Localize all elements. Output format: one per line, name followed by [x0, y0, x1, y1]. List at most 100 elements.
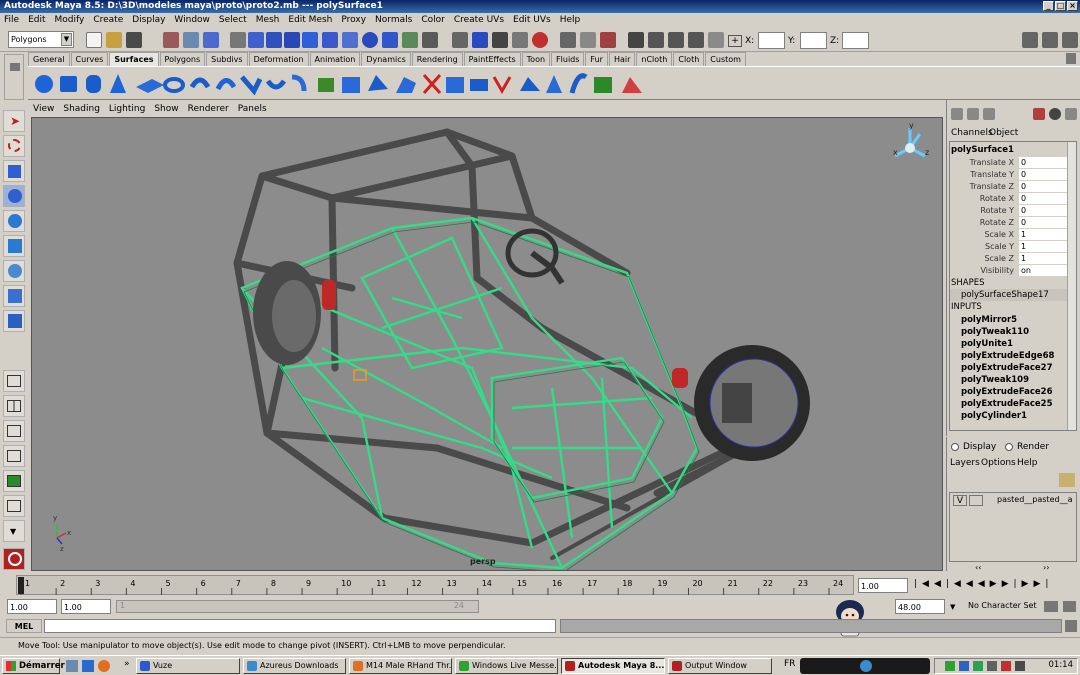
- object-tab[interactable]: Object: [989, 128, 1018, 138]
- clock[interactable]: 01:14: [1049, 660, 1074, 670]
- menu-display[interactable]: Display: [132, 13, 165, 28]
- panel-menu-renderer[interactable]: Renderer: [188, 102, 229, 117]
- help-icon[interactable]: [382, 32, 398, 48]
- preferences-icon[interactable]: [1063, 601, 1076, 612]
- channel-row[interactable]: Visibility on: [951, 265, 1069, 277]
- shelf-tab-ncloth[interactable]: nCloth: [636, 52, 673, 66]
- panel-menu-shading[interactable]: Shading: [63, 102, 100, 117]
- z-field[interactable]: [842, 32, 869, 49]
- select-component-icon[interactable]: [203, 32, 219, 48]
- display-radio[interactable]: [951, 443, 959, 451]
- shelf-tab-polygons[interactable]: Polygons: [159, 52, 206, 66]
- snap-curve-icon[interactable]: [266, 32, 282, 48]
- pin-icon[interactable]: [1065, 108, 1077, 120]
- ipr-icon[interactable]: [668, 32, 684, 48]
- current-frame-field[interactable]: 1.00: [858, 578, 908, 593]
- current-time-marker[interactable]: [18, 577, 24, 594]
- tray-icon[interactable]: [959, 661, 969, 671]
- menu-help[interactable]: Help: [560, 13, 581, 28]
- menu-edit-mesh[interactable]: Edit Mesh: [288, 13, 332, 28]
- scroll-left-icon[interactable]: ‹‹: [975, 563, 981, 572]
- tray-icon[interactable]: [973, 661, 983, 671]
- lock-icon[interactable]: [1033, 108, 1045, 120]
- menu-select[interactable]: Select: [219, 13, 247, 28]
- input-node[interactable]: polyTweak110: [961, 326, 1029, 338]
- sphere-icon[interactable]: [1049, 108, 1061, 120]
- x-field[interactable]: [758, 32, 785, 49]
- rotate-tool[interactable]: [3, 210, 25, 232]
- snap-view-icon[interactable]: [342, 32, 358, 48]
- channel-value[interactable]: 0: [1019, 217, 1069, 228]
- desktop-icon[interactable]: [66, 660, 78, 672]
- channel-value[interactable]: 0: [1019, 157, 1069, 168]
- shelf-grip[interactable]: [4, 54, 24, 100]
- play-icon[interactable]: [860, 660, 872, 672]
- channel-row[interactable]: Scale Z 1: [951, 253, 1069, 265]
- manipulator-tool[interactable]: [3, 260, 25, 282]
- menu-edit[interactable]: Edit: [28, 13, 45, 28]
- layout-graph-button[interactable]: [3, 445, 25, 467]
- menu-modify[interactable]: Modify: [55, 13, 85, 28]
- shelf-tab-cloth[interactable]: Cloth: [673, 52, 705, 66]
- layout-menu-button[interactable]: ▼: [3, 520, 25, 542]
- character-set-label[interactable]: No Character Set: [968, 601, 1037, 610]
- clapboard-icon[interactable]: [648, 32, 664, 48]
- time-track[interactable]: 1 2 3 4 5 6 7 8 9 10 11 12 13 14 15 16 17 18 19 20 21 22 23 24: [16, 575, 854, 595]
- y-field[interactable]: [800, 32, 827, 49]
- absolute-transform-icon[interactable]: +: [728, 35, 742, 47]
- start-time-field[interactable]: 1.00: [7, 599, 57, 614]
- channel-value[interactable]: 1: [1019, 241, 1069, 252]
- quicklaunch-more-icon[interactable]: »: [124, 659, 130, 669]
- menu-set-dropdown[interactable]: Polygons ▼: [8, 31, 74, 48]
- input-node[interactable]: polyCylinder1: [961, 410, 1027, 422]
- input-node[interactable]: polyUnite1: [961, 338, 1013, 350]
- maximize-button[interactable]: □: [1055, 1, 1066, 11]
- language-indicator[interactable]: FR: [784, 659, 795, 669]
- options-menu[interactable]: Options: [981, 458, 1016, 468]
- menu-proxy[interactable]: Proxy: [341, 13, 366, 28]
- layout-outliner-button[interactable]: [3, 420, 25, 442]
- shelf-tab-deformation[interactable]: Deformation: [248, 52, 309, 66]
- shelf-tab-toon[interactable]: Toon: [521, 52, 551, 66]
- channel-row[interactable]: Rotate X 0: [951, 193, 1069, 205]
- task-azureus[interactable]: Azureus Downloads: [243, 658, 346, 674]
- layer-row[interactable]: V pasted__pasted__a: [951, 495, 1072, 507]
- attribute-toggle-icon[interactable]: [983, 108, 995, 120]
- input-node[interactable]: polyExtrudeFace26: [961, 386, 1053, 398]
- shelf-tab-surfaces[interactable]: Surfaces: [109, 52, 159, 66]
- help-menu[interactable]: Help: [1017, 458, 1038, 468]
- minimize-button[interactable]: _: [1043, 1, 1054, 11]
- filter-icon[interactable]: [230, 32, 246, 48]
- task-firefox[interactable]: M14 Male RHand Thr...: [349, 658, 452, 674]
- end-time-field[interactable]: 48.00: [895, 599, 945, 614]
- layout-persp-button[interactable]: [3, 495, 25, 517]
- render-view-icon[interactable]: [628, 32, 644, 48]
- shelf-tab-custom[interactable]: Custom: [705, 52, 746, 66]
- shelf-tab-painteffects[interactable]: PaintEffects: [463, 52, 521, 66]
- task-vuze[interactable]: Vuze: [136, 658, 240, 674]
- menu-edit-uvs[interactable]: Edit UVs: [513, 13, 551, 28]
- script-editor-icon[interactable]: [1065, 620, 1077, 632]
- save-scene-icon[interactable]: [126, 32, 142, 48]
- layers-menu[interactable]: Layers: [950, 458, 980, 468]
- shelf-tab-hair[interactable]: Hair: [608, 52, 636, 66]
- task-messenger[interactable]: Windows Live Messe...: [455, 658, 558, 674]
- channels-tab[interactable]: Channels: [951, 128, 993, 138]
- layout-four-button[interactable]: [3, 395, 25, 417]
- shelf-tab-dynamics[interactable]: Dynamics: [361, 52, 411, 66]
- channel-row[interactable]: Translate Y 0: [951, 169, 1069, 181]
- menu-mesh[interactable]: Mesh: [256, 13, 280, 28]
- time-slider[interactable]: 1 2 3 4 5 6 7 8 9 10 11 12 13 14 15 16 17 18 19 20 21 22 23 24 …: [0, 573, 1080, 597]
- render-settings-icon[interactable]: [472, 32, 488, 48]
- key-icon[interactable]: [1044, 601, 1058, 612]
- channel-value[interactable]: 1: [1019, 229, 1069, 240]
- firefox-icon[interactable]: [98, 660, 110, 672]
- media-player-icon[interactable]: [82, 660, 94, 672]
- panel-menu-panels[interactable]: Panels: [238, 102, 267, 117]
- trash-icon[interactable]: [1066, 53, 1076, 64]
- hypershade-icon[interactable]: [492, 32, 508, 48]
- input-ops-icon[interactable]: [560, 32, 576, 48]
- ipr-render-icon[interactable]: [452, 32, 468, 48]
- menu-file[interactable]: File: [4, 13, 19, 28]
- media-toolbar[interactable]: [800, 658, 930, 674]
